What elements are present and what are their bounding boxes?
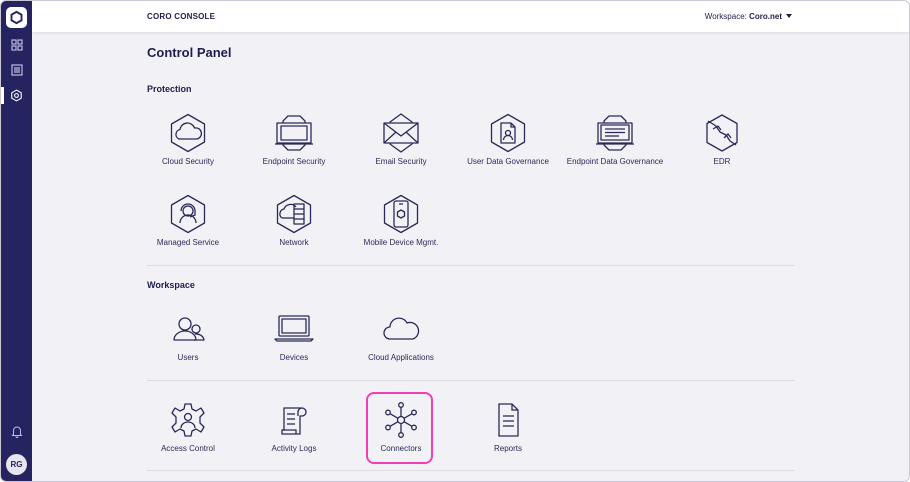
tile-cloud-applications[interactable]: Cloud Applications xyxy=(341,309,461,379)
tile-activity-logs[interactable]: Activity Logs xyxy=(234,400,354,470)
chevron-down-icon xyxy=(786,14,792,18)
tile-email-security[interactable]: Email Security xyxy=(341,113,461,183)
laptop-icon xyxy=(274,309,314,349)
tile-label: EDR xyxy=(713,157,731,166)
app-title: CORO CONSOLE xyxy=(147,12,216,21)
section-title-protection: Protection xyxy=(147,84,192,94)
tile-endpoint-security[interactable]: Endpoint Security xyxy=(234,113,354,183)
workspace-label: Workspace: xyxy=(704,12,747,21)
top-bar: CORO CONSOLE Workspace: Coro.net xyxy=(32,1,909,32)
tile-reports[interactable]: Reports xyxy=(448,400,568,470)
users-icon xyxy=(168,309,208,349)
active-nav-indicator xyxy=(1,87,4,104)
tile-label: Endpoint Data Governance xyxy=(566,157,664,166)
coro-logo-icon[interactable] xyxy=(6,7,27,28)
page-title: Control Panel xyxy=(147,45,232,60)
tile-label: Network xyxy=(279,238,309,247)
activity-log-scroll-icon xyxy=(274,400,314,440)
connectors-hub-icon xyxy=(381,400,421,440)
tile-label: Access Control xyxy=(161,444,215,453)
tile-label: Mobile Device Mgmt. xyxy=(363,238,439,247)
tile-users[interactable]: Users xyxy=(128,309,248,379)
dashboard-grid-icon[interactable] xyxy=(8,36,25,53)
endpoint-security-icon xyxy=(274,113,314,153)
list-document-icon[interactable] xyxy=(8,61,25,78)
tile-label: Cloud Applications xyxy=(368,353,434,362)
tile-label: Endpoint Security xyxy=(262,157,326,166)
user-data-governance-icon xyxy=(488,113,528,153)
report-document-icon xyxy=(488,400,528,440)
endpoint-data-governance-icon xyxy=(595,113,635,153)
tile-label: User Data Governance xyxy=(467,157,549,166)
settings-gear-icon[interactable] xyxy=(8,87,25,104)
tile-label: Devices xyxy=(279,353,309,362)
tile-edr[interactable]: EDR xyxy=(662,113,782,183)
tile-cloud-security[interactable]: Cloud Security xyxy=(128,113,248,183)
edr-icon xyxy=(702,113,742,153)
access-control-gear-icon xyxy=(168,400,208,440)
cloud-security-icon xyxy=(168,113,208,153)
tile-mobile-device-mgmt[interactable]: Mobile Device Mgmt. xyxy=(341,194,461,264)
tile-access-control[interactable]: Access Control xyxy=(128,400,248,470)
managed-service-icon xyxy=(168,194,208,234)
tile-connectors[interactable]: Connectors xyxy=(341,400,461,470)
tile-label: Reports xyxy=(493,444,522,453)
network-icon xyxy=(274,194,314,234)
workspace-selector[interactable]: Workspace: Coro.net xyxy=(705,12,792,21)
avatar[interactable]: RG xyxy=(6,454,27,475)
section-divider xyxy=(147,470,795,471)
section-divider xyxy=(147,380,795,381)
tile-label: Email Security xyxy=(375,157,427,166)
section-title-workspace: Workspace xyxy=(147,280,195,290)
section-divider xyxy=(147,265,795,266)
tile-label: Cloud Security xyxy=(161,157,215,166)
tile-label: Connectors xyxy=(380,444,422,453)
tile-network[interactable]: Network xyxy=(234,194,354,264)
mobile-device-icon xyxy=(381,194,421,234)
app-window: RG CORO CONSOLE Workspace: Coro.net Cont… xyxy=(0,0,910,482)
email-security-icon xyxy=(381,113,421,153)
sidebar: RG xyxy=(1,1,32,481)
notifications-bell-icon[interactable] xyxy=(8,423,25,440)
tile-user-data-governance[interactable]: User Data Governance xyxy=(448,113,568,183)
tile-endpoint-data-governance[interactable]: Endpoint Data Governance xyxy=(555,113,675,183)
tile-devices[interactable]: Devices xyxy=(234,309,354,379)
tile-label: Activity Logs xyxy=(271,444,317,453)
tile-managed-service[interactable]: Managed Service xyxy=(128,194,248,264)
workspace-value: Coro.net xyxy=(749,12,782,21)
cloud-icon xyxy=(381,309,421,349)
tile-label: Users xyxy=(177,353,199,362)
tile-label: Managed Service xyxy=(156,238,220,247)
